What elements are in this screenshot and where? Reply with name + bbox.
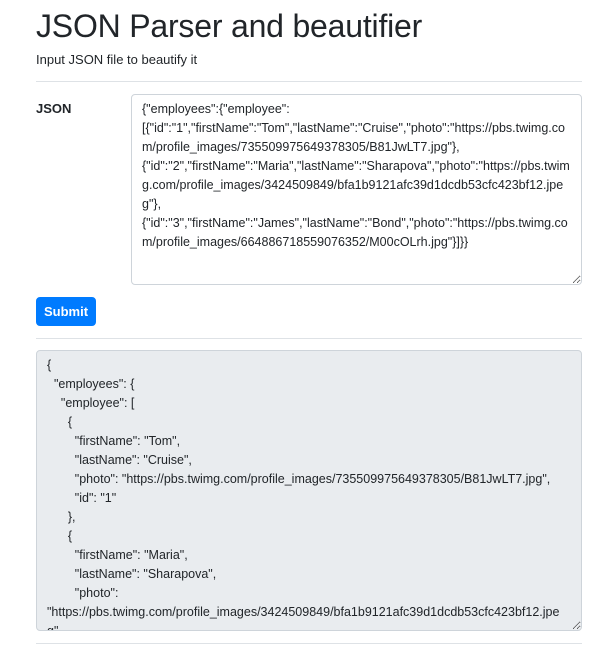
page: JSON Parser and beautifier Input JSON fi… bbox=[0, 0, 598, 645]
page-subtitle: Input JSON file to beautify it bbox=[36, 52, 198, 67]
divider-bottom bbox=[36, 643, 582, 644]
json-input-label: JSON bbox=[36, 101, 72, 116]
divider-top bbox=[36, 81, 582, 82]
page-title: JSON Parser and beautifier bbox=[36, 8, 423, 44]
divider-middle bbox=[36, 338, 582, 339]
json-input-textarea[interactable] bbox=[131, 94, 582, 285]
submit-button[interactable]: Submit bbox=[36, 297, 96, 326]
beautified-output-textarea[interactable] bbox=[36, 350, 582, 631]
